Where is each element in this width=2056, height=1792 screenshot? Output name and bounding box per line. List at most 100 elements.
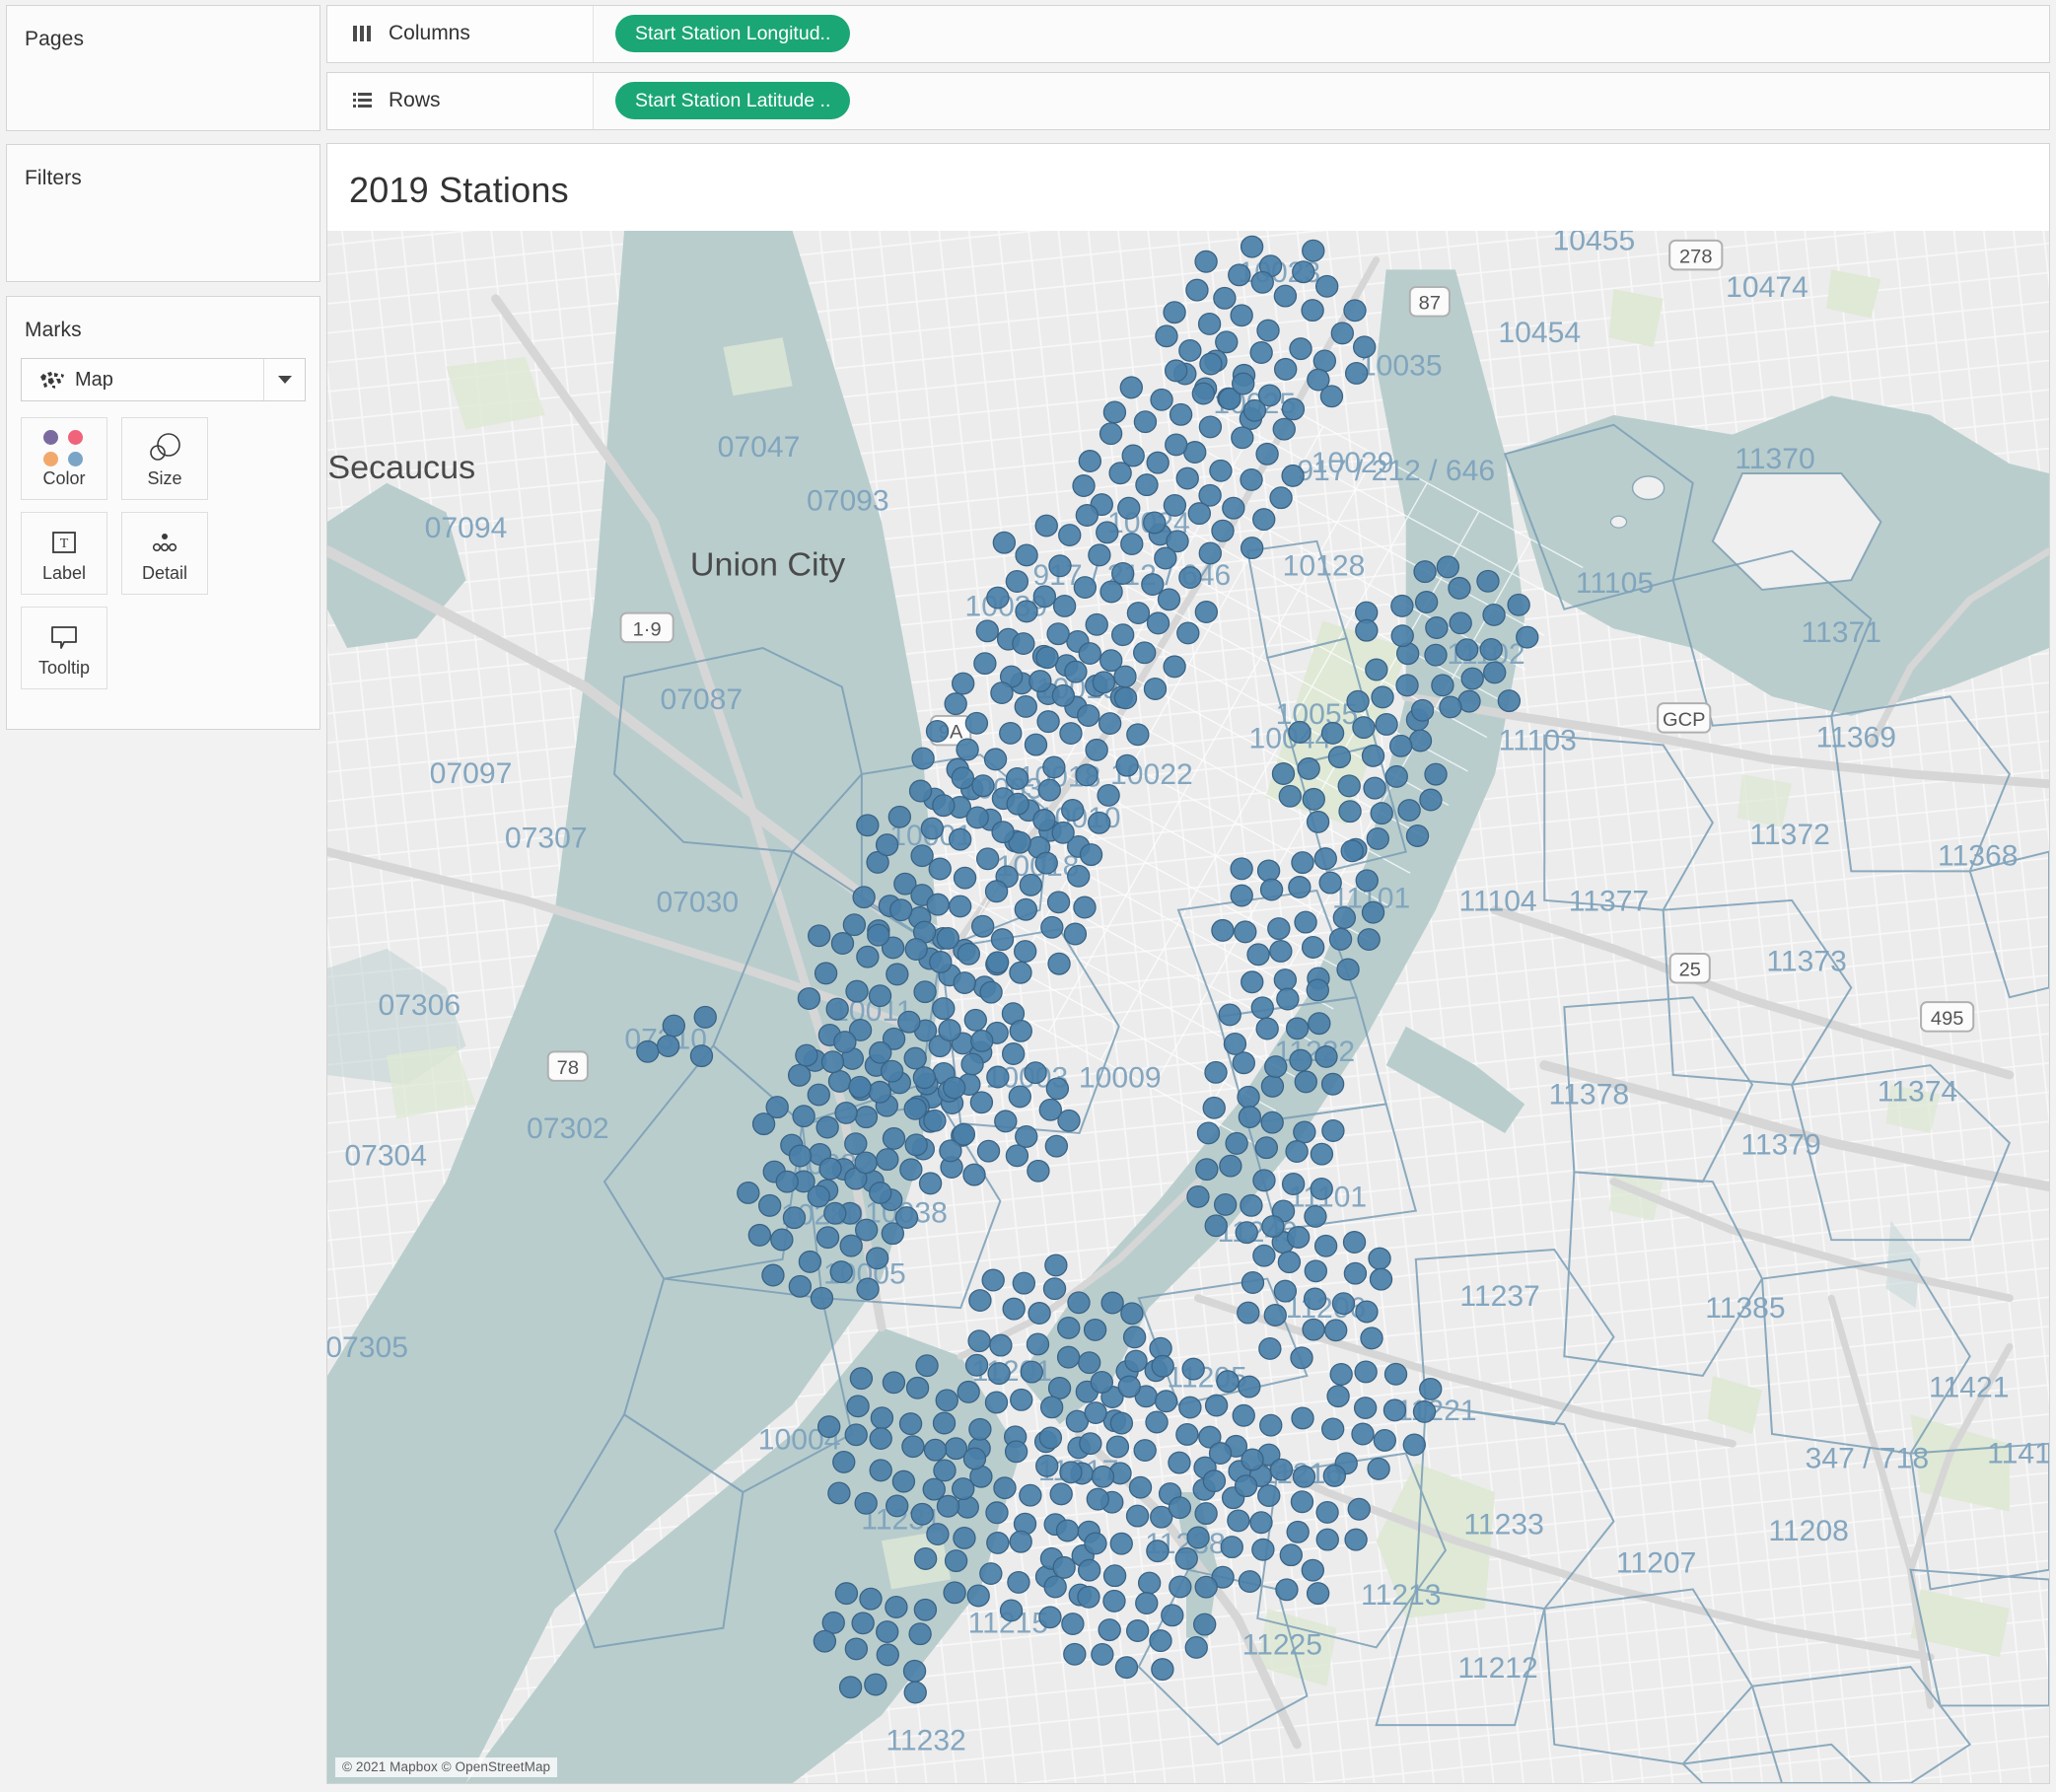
- station-mark[interactable]: [1113, 665, 1137, 688]
- pill-start-station-latitude[interactable]: Start Station Latitude ..: [615, 82, 851, 120]
- station-mark[interactable]: [1012, 1271, 1036, 1295]
- station-mark[interactable]: [1223, 1032, 1247, 1055]
- station-mark[interactable]: [1174, 1546, 1198, 1570]
- station-mark[interactable]: [1027, 1159, 1050, 1183]
- station-mark[interactable]: [1052, 594, 1077, 617]
- station-mark[interactable]: [845, 979, 869, 1003]
- station-mark[interactable]: [1075, 763, 1099, 787]
- station-mark[interactable]: [989, 1333, 1013, 1357]
- station-mark[interactable]: [1234, 1474, 1258, 1498]
- station-mark[interactable]: [1005, 1144, 1029, 1168]
- station-mark[interactable]: [1046, 891, 1071, 914]
- station-mark[interactable]: [1383, 1362, 1408, 1386]
- station-mark[interactable]: [1232, 372, 1255, 395]
- station-mark[interactable]: [964, 711, 989, 735]
- station-mark[interactable]: [1312, 349, 1337, 373]
- station-mark[interactable]: [1204, 1060, 1228, 1084]
- station-mark[interactable]: [1208, 1441, 1233, 1465]
- station-mark[interactable]: [1292, 1465, 1316, 1488]
- station-mark[interactable]: [1328, 927, 1353, 951]
- station-mark[interactable]: [1009, 1019, 1032, 1042]
- station-mark[interactable]: [1225, 1131, 1248, 1155]
- station-mark[interactable]: [1034, 514, 1058, 538]
- station-mark[interactable]: [1397, 798, 1421, 822]
- station-mark[interactable]: [887, 805, 912, 828]
- station-mark[interactable]: [1047, 1376, 1072, 1399]
- station-mark[interactable]: [1117, 1375, 1141, 1398]
- station-mark[interactable]: [1267, 916, 1291, 940]
- station-mark[interactable]: [1109, 1532, 1133, 1555]
- station-mark[interactable]: [1064, 660, 1088, 683]
- station-mark[interactable]: [1135, 1591, 1159, 1614]
- station-mark[interactable]: [1141, 572, 1165, 596]
- station-mark[interactable]: [1240, 1193, 1263, 1217]
- station-mark[interactable]: [1044, 1254, 1068, 1277]
- station-mark[interactable]: [957, 1380, 980, 1403]
- station-mark[interactable]: [1336, 958, 1360, 981]
- station-mark[interactable]: [1077, 1585, 1100, 1609]
- station-mark[interactable]: [1301, 935, 1325, 959]
- station-mark[interactable]: [1079, 1432, 1102, 1455]
- station-mark[interactable]: [953, 866, 977, 890]
- station-mark[interactable]: [1186, 1526, 1210, 1549]
- station-mark[interactable]: [770, 1228, 794, 1252]
- rows-shelf-content[interactable]: Start Station Latitude ..: [594, 73, 2049, 129]
- station-mark[interactable]: [1039, 1396, 1064, 1419]
- station-mark[interactable]: [1355, 869, 1379, 893]
- station-mark[interactable]: [913, 1598, 938, 1621]
- station-mark[interactable]: [757, 1193, 782, 1217]
- station-mark[interactable]: [823, 1201, 847, 1225]
- station-mark[interactable]: [1390, 594, 1414, 617]
- station-mark[interactable]: [1352, 716, 1376, 739]
- station-mark[interactable]: [1192, 1613, 1217, 1636]
- station-mark[interactable]: [851, 1612, 875, 1635]
- station-mark[interactable]: [1150, 388, 1173, 411]
- station-mark[interactable]: [1424, 762, 1448, 786]
- station-mark[interactable]: [1338, 800, 1362, 824]
- station-mark[interactable]: [925, 719, 950, 743]
- station-mark[interactable]: [1006, 792, 1029, 816]
- station-mark[interactable]: [1163, 493, 1187, 517]
- station-mark[interactable]: [1052, 1555, 1076, 1579]
- station-mark[interactable]: [1163, 655, 1186, 679]
- station-mark[interactable]: [1092, 671, 1116, 694]
- station-mark[interactable]: [1256, 319, 1280, 342]
- station-mark[interactable]: [922, 1477, 946, 1501]
- station-mark[interactable]: [1178, 338, 1202, 362]
- station-mark[interactable]: [1028, 1301, 1051, 1325]
- station-mark[interactable]: [1004, 1440, 1028, 1464]
- station-mark[interactable]: [1169, 1575, 1192, 1599]
- station-mark[interactable]: [1135, 473, 1159, 496]
- pill-start-station-longitude[interactable]: Start Station Longitud..: [615, 15, 851, 53]
- station-mark[interactable]: [827, 1069, 852, 1093]
- station-mark[interactable]: [1258, 1336, 1282, 1360]
- station-mark[interactable]: [1077, 703, 1100, 727]
- station-mark[interactable]: [1288, 720, 1312, 744]
- station-mark[interactable]: [846, 1395, 870, 1418]
- station-mark[interactable]: [1395, 674, 1419, 697]
- station-mark[interactable]: [948, 895, 972, 918]
- station-mark[interactable]: [1014, 694, 1037, 718]
- station-mark[interactable]: [983, 748, 1008, 771]
- station-mark[interactable]: [1001, 1041, 1026, 1065]
- station-mark[interactable]: [1361, 744, 1385, 767]
- station-mark[interactable]: [1322, 1464, 1347, 1487]
- station-mark[interactable]: [1269, 486, 1293, 510]
- station-mark[interactable]: [1137, 1571, 1162, 1595]
- station-mark[interactable]: [908, 779, 933, 803]
- station-mark[interactable]: [1077, 1351, 1101, 1374]
- tooltip-button[interactable]: Tooltip: [21, 607, 107, 689]
- station-mark[interactable]: [923, 1109, 947, 1132]
- station-mark[interactable]: [807, 1083, 830, 1107]
- station-mark[interactable]: [813, 1629, 837, 1653]
- station-mark[interactable]: [1273, 1279, 1298, 1303]
- station-mark[interactable]: [1297, 756, 1320, 780]
- station-mark[interactable]: [1290, 1346, 1313, 1370]
- station-mark[interactable]: [999, 1599, 1024, 1622]
- station-mark[interactable]: [792, 1105, 815, 1128]
- station-mark[interactable]: [929, 950, 953, 973]
- station-mark[interactable]: [1320, 1072, 1345, 1096]
- station-mark[interactable]: [1059, 721, 1083, 745]
- station-mark[interactable]: [1211, 519, 1235, 542]
- station-mark[interactable]: [1346, 689, 1370, 713]
